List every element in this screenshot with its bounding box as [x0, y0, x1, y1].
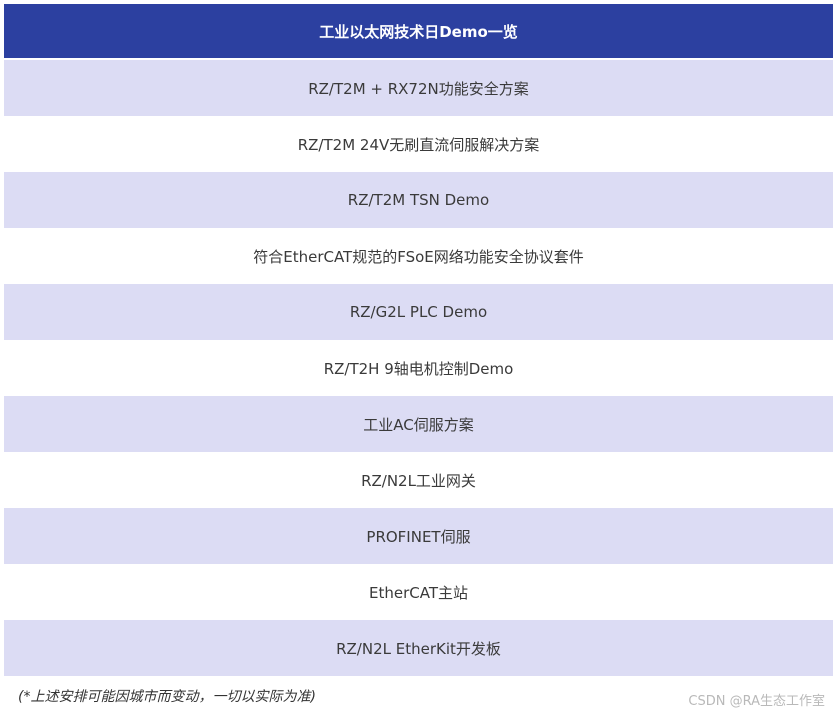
table-row: RZ/T2M + RX72N功能安全方案: [4, 60, 833, 116]
table-row: EtherCAT主站: [4, 564, 833, 620]
table-row: RZ/N2L工业网关: [4, 452, 833, 508]
table-header: 工业以太网技术日Demo一览: [4, 4, 833, 60]
table-row: RZ/T2M TSN Demo: [4, 172, 833, 228]
table-row: RZ/T2H 9轴电机控制Demo: [4, 340, 833, 396]
page: 工业以太网技术日Demo一览 RZ/T2M + RX72N功能安全方案 RZ/T…: [0, 0, 837, 716]
table-row: 工业AC伺服方案: [4, 396, 833, 452]
demo-table: 工业以太网技术日Demo一览 RZ/T2M + RX72N功能安全方案 RZ/T…: [4, 4, 833, 676]
table-row: 符合EtherCAT规范的FSoE网络功能安全协议套件: [4, 228, 833, 284]
table-row: RZ/T2M 24V无刷直流伺服解决方案: [4, 116, 833, 172]
table-row: RZ/N2L EtherKit开发板: [4, 620, 833, 676]
table-row: RZ/G2L PLC Demo: [4, 284, 833, 340]
footnote: (*上述安排可能因城市而变动，一切以实际为准): [18, 689, 316, 705]
watermark: CSDN @RA生态工作室: [688, 694, 825, 709]
table-row: PROFINET伺服: [4, 508, 833, 564]
